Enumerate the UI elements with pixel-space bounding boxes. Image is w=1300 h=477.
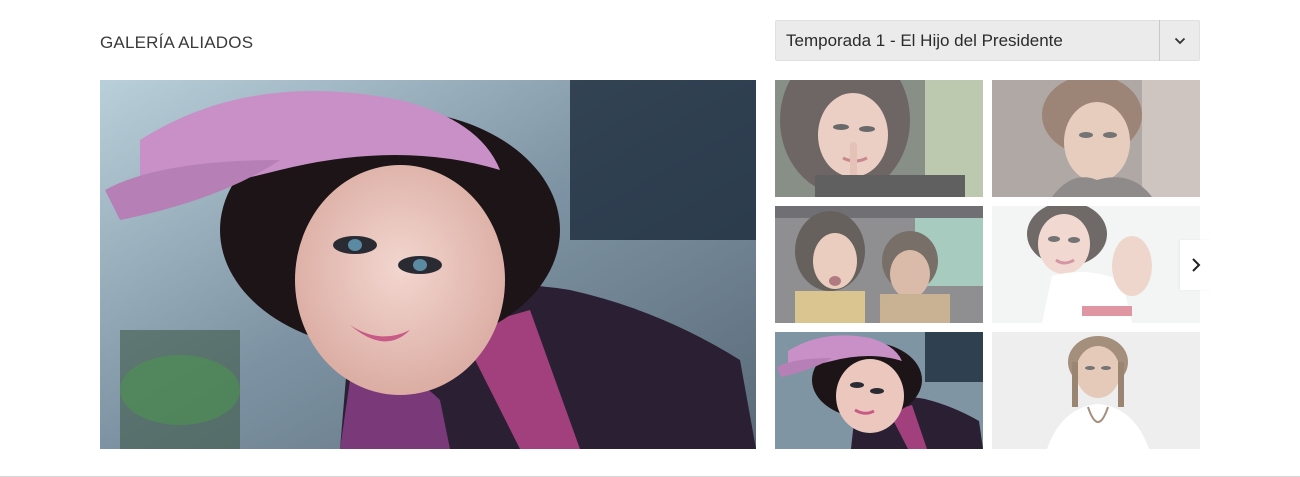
season-select-value: Temporada 1 - El Hijo del Presidente (786, 30, 1063, 50)
main-photo (100, 80, 756, 449)
thumbnail-4[interactable] (992, 206, 1200, 323)
thumbnail-2[interactable] (992, 80, 1200, 197)
thumbnail-6[interactable] (992, 332, 1200, 449)
thumbnail-1[interactable] (775, 80, 983, 197)
thumbnail-5-active[interactable] (775, 332, 983, 449)
season-select[interactable]: Temporada 1 - El Hijo del Presidente (775, 20, 1200, 61)
chevron-right-icon (1191, 257, 1201, 273)
gallery-title: GALERÍA ALIADOS (100, 33, 254, 52)
chevron-down-icon[interactable] (1160, 21, 1199, 60)
thumbnail-3[interactable] (775, 206, 983, 323)
carousel-next-button[interactable] (1180, 240, 1212, 290)
